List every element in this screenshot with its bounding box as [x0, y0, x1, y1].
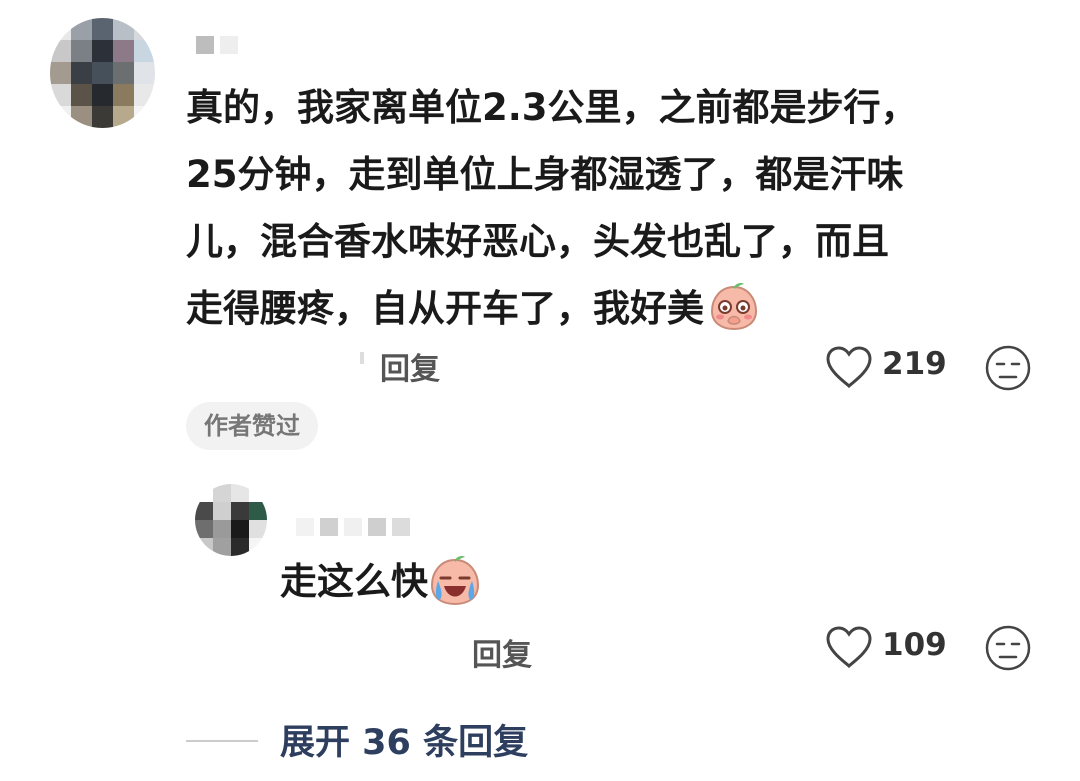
- reply-like-count: 109: [882, 627, 947, 663]
- meh-face-icon[interactable]: [984, 624, 1032, 672]
- reply-text: 走这么快: [280, 560, 428, 603]
- comment-like-count: 219: [882, 346, 947, 382]
- shy-peach-emoji-icon: [708, 281, 760, 333]
- comment-line: 儿，混合香水味好恶心，头发也乱了，而且: [186, 220, 889, 263]
- comment-dislike-button[interactable]: [984, 344, 1032, 396]
- comment-line: 真的，我家离单位2.3公里，之前都是步行，: [186, 86, 918, 129]
- commenter-username[interactable]: [196, 36, 238, 54]
- comment-like-button[interactable]: [824, 344, 874, 394]
- expand-replies-button[interactable]: 展开 36 条回复: [280, 714, 528, 765]
- reply-username[interactable]: [296, 518, 410, 536]
- timestamp-placeholder: [360, 352, 364, 364]
- reply-like-button[interactable]: [824, 624, 874, 674]
- reply-avatar[interactable]: [195, 484, 267, 556]
- reply-dislike-button[interactable]: [984, 624, 1032, 676]
- expand-divider: [186, 740, 258, 742]
- heart-outline-icon[interactable]: [824, 344, 874, 390]
- commenter-avatar[interactable]: [50, 18, 155, 128]
- meh-face-icon[interactable]: [984, 344, 1032, 392]
- reply-reply-button[interactable]: 回复: [472, 630, 532, 674]
- reply-body: 走这么快: [280, 552, 482, 612]
- comment-line: 25分钟，走到单位上身都湿透了，都是汗味: [186, 153, 904, 196]
- comment-reply-button[interactable]: 回复: [380, 344, 440, 388]
- author-liked-badge: 作者赞过: [186, 402, 318, 450]
- crying-laugh-peach-emoji-icon: [428, 554, 482, 608]
- heart-outline-icon[interactable]: [824, 624, 874, 670]
- comment-body: 真的，我家离单位2.3公里，之前都是步行， 25分钟，走到单位上身都湿透了，都是…: [186, 74, 986, 342]
- comment-line: 走得腰疼，自从开车了，我好美: [186, 287, 704, 330]
